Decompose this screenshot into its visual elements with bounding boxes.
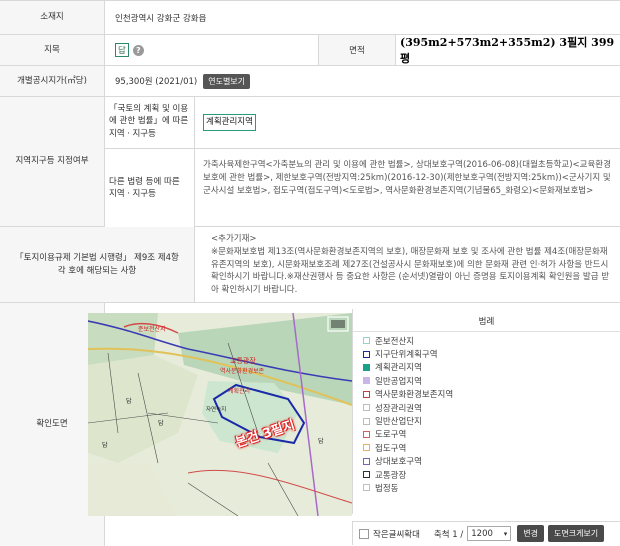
legend-label: 성장관리권역 bbox=[375, 403, 422, 414]
legend-item: 접도구역 bbox=[363, 441, 620, 454]
legend-item: 계획관리지역 bbox=[363, 361, 620, 374]
legend-label: 접도구역 bbox=[375, 443, 407, 454]
legend-swatch bbox=[363, 457, 370, 465]
map-row: 확인도면 준보전산지 교통광장 역사문화환경보존 자연녹지 계획관리 답 답 답… bbox=[0, 303, 620, 546]
planned-management-zone-link[interactable]: 계획관리지역 bbox=[203, 114, 256, 131]
scale-select[interactable]: 1200 ▾ bbox=[467, 526, 512, 541]
legend-title: 범례 bbox=[353, 309, 620, 332]
zoning-row: 지역지구등 지정여부 「국토의 계획 및 이용에 관한 법률」에 따른 지역ㆍ지… bbox=[0, 97, 620, 227]
legend-label: 지구단위계획구역 bbox=[375, 350, 438, 361]
location-row: 소재지 인천광역시 강화군 강화읍 bbox=[0, 0, 620, 35]
legend-item: 준보전산지 bbox=[363, 334, 620, 347]
svg-text:준보전산지: 준보전산지 bbox=[138, 325, 166, 333]
land-use-plan-sheet: 소재지 인천광역시 강화군 강화읍 지목 답 ? 면적 (395m2+573m2… bbox=[0, 0, 620, 546]
regulation-label: 「토지이용규제 기본법 시행령」 제9조 제4항 각 호에 해당되는 사항 bbox=[0, 227, 195, 302]
enlarge-text-checkbox[interactable] bbox=[359, 528, 369, 539]
legend-swatch bbox=[363, 377, 370, 385]
legend-swatch bbox=[363, 417, 370, 425]
legend-swatch bbox=[363, 390, 370, 398]
legend-swatch bbox=[363, 363, 370, 371]
legend-label: 교통광장 bbox=[375, 470, 407, 481]
legend-list: 준보전산지 지구단위계획구역 계획관리지역 일반공업지역 역사문화환경보존지역 … bbox=[353, 332, 620, 495]
scale-select-value: 1200 bbox=[471, 528, 493, 539]
legend-item: 성장관리권역 bbox=[363, 401, 620, 414]
legend-label: 상대보호구역 bbox=[375, 457, 422, 468]
legend-swatch bbox=[363, 484, 370, 492]
legend-label: 일반공업지역 bbox=[375, 376, 422, 387]
area-value: (395m2+573m2+355m2) 3필지 399평 bbox=[400, 36, 615, 65]
legend-label: 법정동 bbox=[375, 483, 399, 494]
legend-label: 일반산업단지 bbox=[375, 417, 422, 428]
svg-text:답: 답 bbox=[158, 420, 164, 427]
landcat-row: 지목 답 ? 면적 (395m2+573m2+355m2) 3필지 399평 bbox=[0, 35, 620, 66]
legend-label: 준보전산지 bbox=[375, 336, 415, 347]
legend-item: 지구단위계획구역 bbox=[363, 347, 620, 360]
large-map-button[interactable]: 도면크게보기 bbox=[547, 525, 605, 542]
svg-text:교통광장: 교통광장 bbox=[230, 356, 256, 365]
yearly-view-button[interactable]: 연도별보기 bbox=[203, 73, 251, 89]
landcat-value[interactable]: 답 bbox=[115, 43, 129, 57]
svg-text:계획관리: 계획관리 bbox=[228, 387, 250, 395]
svg-text:역사문화환경보존: 역사문화환경보존 bbox=[220, 367, 265, 375]
price-row: 개별공시지가(㎡당) 95,300원 (2021/01) 연도별보기 bbox=[0, 66, 620, 97]
regulation-cell: <추가기재> ※문화재보호법 제13조(역사문화환경보존지역의 보호), 매장문… bbox=[205, 231, 616, 299]
legend-item: 교통광장 bbox=[363, 468, 620, 481]
additional-note-title: <추가기재> bbox=[211, 234, 257, 244]
legend-swatch bbox=[363, 404, 370, 412]
legend-swatch bbox=[363, 471, 370, 479]
regulation-row: 「토지이용규제 기본법 시행령」 제9조 제4항 각 호에 해당되는 사항 <추… bbox=[0, 227, 620, 303]
change-scale-button[interactable]: 변경 bbox=[517, 525, 544, 542]
legend-label: 계획관리지역 bbox=[375, 363, 422, 374]
national-zoning-label: 「국토의 계획 및 이용에 관한 법률」에 따른 지역ㆍ지구등 bbox=[105, 97, 195, 149]
price-value-cell: 95,300원 (2021/01) 연도별보기 bbox=[105, 66, 251, 96]
price-value: 95,300원 (2021/01) bbox=[115, 77, 198, 87]
legend-item: 일반공업지역 bbox=[363, 374, 620, 387]
location-label: 소재지 bbox=[0, 1, 105, 34]
svg-text:답: 답 bbox=[102, 442, 108, 449]
svg-text:답: 답 bbox=[126, 398, 132, 405]
legend-item: 일반산업단지 bbox=[363, 414, 620, 427]
area-label: 면적 bbox=[318, 35, 396, 65]
legend-swatch bbox=[363, 444, 370, 452]
regulation-text: ※문화재보호법 제13조(역사문화환경보존지역의 보호), 매장문화재 보호 및… bbox=[211, 246, 610, 295]
legend-item: 상대보호구역 bbox=[363, 455, 620, 468]
location-value: 인천광역시 강화군 강화읍 bbox=[115, 13, 207, 24]
legend-label: 역사문화환경보존지역 bbox=[375, 390, 454, 401]
legend-item: 법정동 bbox=[363, 481, 620, 494]
zoning-label: 지역지구등 지정여부 bbox=[0, 97, 105, 226]
legend-label: 도로구역 bbox=[375, 430, 407, 441]
legend-swatch bbox=[363, 337, 370, 345]
legend-item: 도로구역 bbox=[363, 428, 620, 441]
legend-swatch bbox=[363, 430, 370, 438]
svg-text:답: 답 bbox=[318, 438, 324, 445]
landcat-label: 지목 bbox=[0, 35, 105, 65]
landcat-value-cell: 답 ? bbox=[105, 35, 144, 65]
legend-swatch bbox=[363, 350, 370, 358]
legend-panel: 범례 준보전산지 지구단위계획구역 계획관리지역 일반공업지역 역사문화환경보존… bbox=[352, 309, 620, 514]
enlarge-text-label: 작은글씨확대 bbox=[373, 529, 420, 540]
help-icon[interactable]: ? bbox=[132, 44, 144, 56]
national-zoning-cell: 계획관리지역 bbox=[195, 97, 620, 149]
map-drawing: 준보전산지 교통광장 역사문화환경보존 자연녹지 계획관리 답 답 답 답 답 bbox=[88, 313, 352, 516]
price-label: 개별공시지가(㎡당) bbox=[0, 66, 105, 96]
scale-label: 축척 1 / bbox=[433, 529, 464, 540]
legend-item: 역사문화환경보존지역 bbox=[363, 388, 620, 401]
chevron-down-icon: ▾ bbox=[503, 529, 508, 538]
map-controls: 작은글씨확대 축척 1 / 1200 ▾ 변경 도면크게보기 bbox=[352, 521, 620, 545]
other-zoning-value: 가축사육제한구역<가축분뇨의 관리 및 이용에 관한 법률>, 상대보호구역(2… bbox=[203, 160, 611, 196]
other-zoning-label: 다른 법령 등에 따른 지역ㆍ지구등 bbox=[105, 149, 195, 227]
svg-text:자연녹지: 자연녹지 bbox=[206, 405, 226, 413]
land-use-map[interactable]: 준보전산지 교통광장 역사문화환경보존 자연녹지 계획관리 답 답 답 답 답 … bbox=[88, 313, 352, 516]
